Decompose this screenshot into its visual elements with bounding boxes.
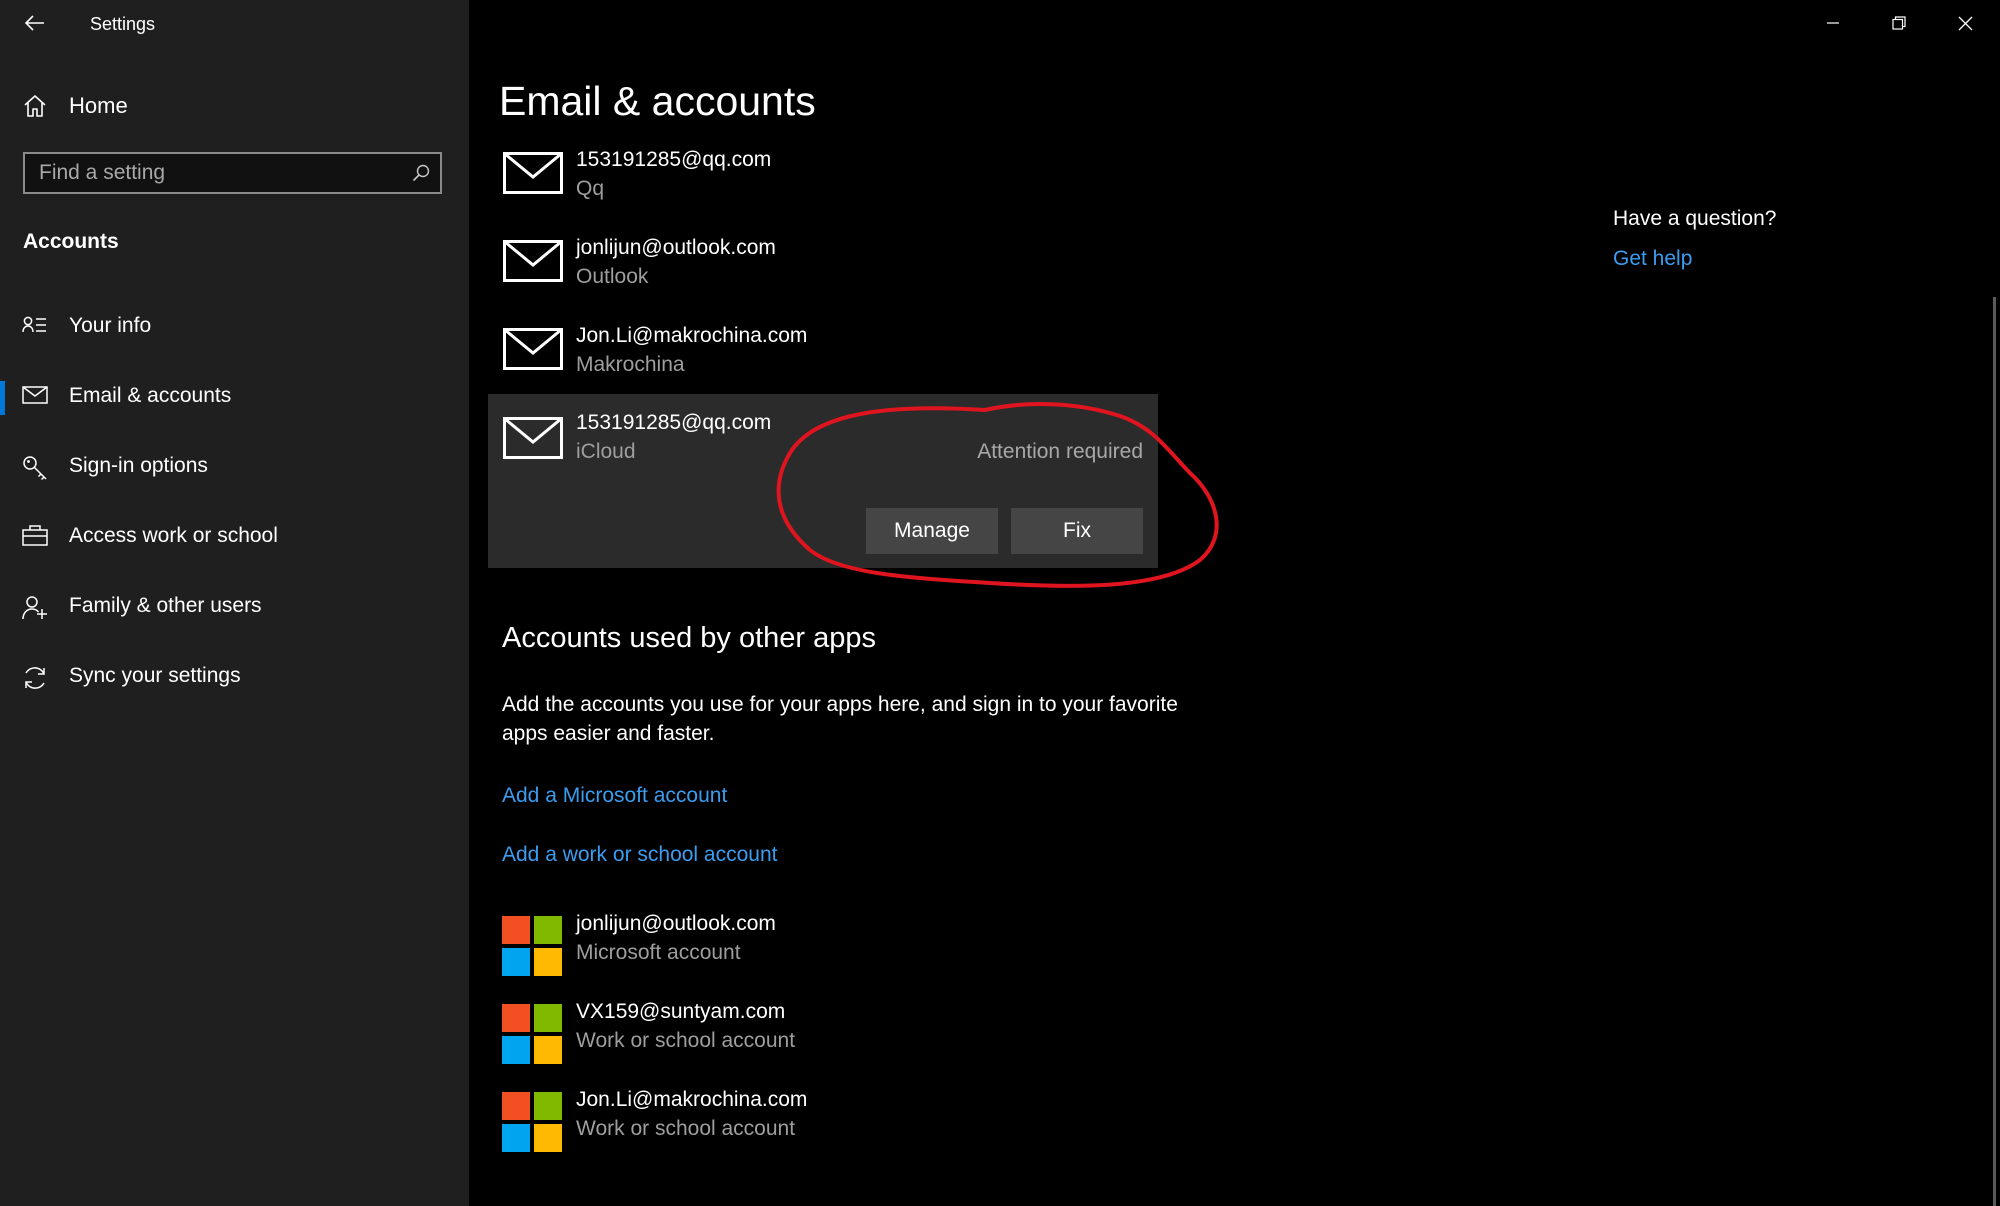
app-account-row[interactable]: VX159@suntyam.com Work or school account (502, 998, 1002, 1064)
restore-icon (1892, 16, 1906, 30)
sidebar-item-label: Access work or school (69, 524, 278, 547)
minimize-icon (1826, 16, 1840, 30)
account-address: jonlijun@outlook.com (576, 912, 776, 935)
sidebar-item-your-info[interactable]: Your info (0, 298, 469, 358)
email-account-row[interactable]: Jon.Li@makrochina.com Makrochina (488, 318, 1158, 406)
account-address: jonlijun@outlook.com (576, 236, 776, 259)
mail-icon (503, 328, 563, 370)
account-provider: Makrochina (576, 353, 685, 376)
mail-icon (22, 385, 48, 405)
restore-button[interactable] (1866, 0, 1932, 46)
minimize-button[interactable] (1800, 0, 1866, 46)
account-address: VX159@suntyam.com (576, 1000, 786, 1023)
search-box[interactable] (23, 152, 442, 194)
account-address: 153191285@qq.com (576, 411, 772, 434)
sidebar-item-family-users[interactable]: Family & other users (0, 578, 469, 638)
app-account-row[interactable]: Jon.Li@makrochina.com Work or school acc… (502, 1086, 1002, 1152)
add-user-icon (22, 595, 48, 621)
close-button[interactable] (1932, 0, 1998, 46)
selection-indicator (0, 381, 5, 415)
account-type: Microsoft account (576, 941, 741, 964)
email-account-row[interactable]: 153191285@qq.com Qq (488, 142, 1158, 230)
account-type: Work or school account (576, 1117, 796, 1140)
mail-icon (503, 240, 563, 282)
contact-card-icon (22, 315, 48, 337)
microsoft-logo-icon (502, 1004, 562, 1064)
sidebar: Settings Home Accounts Your info Email &… (0, 0, 469, 1206)
sidebar-item-label: Family & other users (69, 594, 262, 617)
account-provider: Qq (576, 177, 605, 200)
back-arrow-icon (25, 15, 45, 31)
search-input[interactable] (39, 154, 399, 192)
email-account-row[interactable]: jonlijun@outlook.com Outlook (488, 230, 1158, 318)
sidebar-item-label: Sync your settings (69, 664, 241, 687)
mail-icon (503, 152, 563, 194)
key-icon (22, 455, 48, 481)
sidebar-item-email-accounts[interactable]: Email & accounts (0, 368, 469, 428)
account-address: Jon.Li@makrochina.com (576, 324, 808, 347)
sidebar-item-label: Your info (69, 314, 152, 337)
add-work-school-account-link[interactable]: Add a work or school account (502, 843, 777, 867)
briefcase-icon (22, 525, 48, 547)
sync-icon (22, 665, 48, 691)
app-title: Settings (90, 14, 156, 34)
microsoft-logo-icon (502, 916, 562, 976)
add-microsoft-account-link[interactable]: Add a Microsoft account (502, 784, 727, 808)
section-heading-other-apps: Accounts used by other apps (502, 622, 877, 654)
search-icon[interactable] (412, 164, 430, 182)
home-nav-item[interactable]: Home (0, 84, 469, 130)
account-type: Work or school account (576, 1029, 796, 1052)
account-provider: Outlook (576, 265, 649, 288)
app-account-row[interactable]: jonlijun@outlook.com Microsoft account (502, 910, 1002, 976)
section-heading: Accounts (23, 230, 119, 253)
page-title: Email & accounts (499, 78, 816, 124)
annotation-circle (776, 402, 1219, 588)
sidebar-item-sign-in-options[interactable]: Sign-in options (0, 438, 469, 498)
mail-icon (503, 417, 563, 459)
section-description: Add the accounts you use for your apps h… (502, 693, 1178, 745)
account-address: 153191285@qq.com (576, 148, 772, 171)
home-label: Home (69, 93, 128, 118)
sidebar-item-label: Sign-in options (69, 454, 208, 477)
sidebar-item-access-work-school[interactable]: Access work or school (0, 508, 469, 568)
home-icon (23, 94, 47, 118)
close-icon (1958, 16, 1973, 31)
get-help-link[interactable]: Get help (1613, 247, 1692, 271)
sidebar-item-label: Email & accounts (69, 384, 232, 407)
scrollbar[interactable] (1993, 297, 1996, 1206)
sidebar-item-sync-settings[interactable]: Sync your settings (0, 648, 469, 708)
microsoft-logo-icon (502, 1092, 562, 1152)
back-button[interactable] (15, 6, 55, 40)
help-heading: Have a question? (1613, 207, 1777, 230)
account-address: Jon.Li@makrochina.com (576, 1088, 808, 1111)
account-provider: iCloud (576, 440, 636, 463)
